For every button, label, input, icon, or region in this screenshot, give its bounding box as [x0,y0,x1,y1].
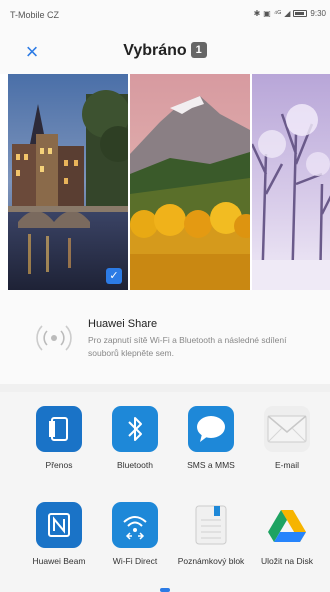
photo-thumbnail-mountain[interactable] [130,74,250,290]
status-icons: ✱ ▣ ⁴ᴳ ◢ 9:30 [254,9,326,18]
app-label: Přenos [45,460,73,470]
app-sms[interactable]: SMS a MMS [173,406,249,471]
selected-check-icon[interactable]: ✓ [106,268,122,284]
notepad-icon [188,502,234,548]
canal-town-image [8,74,128,290]
transfer-icon [36,406,82,452]
selected-photos-gallery[interactable]: ✓ [8,74,330,290]
app-label: E-mail [274,460,300,470]
title-text: Vybráno [123,42,187,59]
huawei-share-description: Pro zapnutí sítě Wi-Fi a Bluetooth a nás… [88,335,287,358]
app-header: × Vybráno 1 [0,30,330,74]
bluetooth-icon [112,406,158,452]
clock: 9:30 [310,9,326,18]
wifi-direct-icon [112,502,158,548]
network-type-icon: ⁴ᴳ [273,9,282,18]
huawei-share-panel[interactable]: Huawei Share Pro zapnutí sítě Wi-Fi a Bl… [0,290,330,384]
app-email[interactable]: E-mail [249,406,325,471]
app-bluetooth[interactable]: Bluetooth [97,406,173,471]
app-label: Poznámkový blok [177,556,245,566]
snowy-trees-image [252,74,330,290]
signal-icon: ◢ [284,9,291,18]
huawei-share-title: Huawei Share [88,318,158,330]
app-label: Uložit na Disk [261,556,313,566]
google-drive-icon [264,502,310,548]
app-google-drive[interactable]: Uložit na Disk [249,502,325,567]
carrier-name: T-Mobile CZ [10,10,60,20]
status-bar: T-Mobile CZ ✱ ▣ ⁴ᴳ ◢ 9:30 [0,0,330,30]
page-indicator [160,588,170,592]
photo-thumbnail-snow[interactable] [252,74,330,290]
sms-icon [188,406,234,452]
bluetooth-status-icon: ✱ [253,9,261,18]
app-label: Huawei Beam [32,556,86,566]
app-huawei-beam[interactable]: Huawei Beam [21,502,97,567]
mountain-autumn-image [130,74,250,290]
app-transfer[interactable]: Přenos [21,406,97,471]
nfc-status-icon: ▣ [263,9,271,18]
section-divider [0,384,330,392]
photo-thumbnail-canal[interactable]: ✓ [8,74,128,290]
app-label: SMS a MMS [187,460,235,470]
nfc-icon [36,502,82,548]
email-icon [264,406,310,452]
app-wifi-direct[interactable]: Wi-Fi Direct [97,502,173,567]
app-notepad[interactable]: Poznámkový blok [173,502,249,567]
huawei-share-icon [36,325,72,351]
share-apps-grid: Přenos Bluetooth SMS a MMS E-mail Huawei… [0,392,330,592]
app-label: Wi-Fi Direct [112,556,158,566]
battery-icon [293,10,308,17]
page-title: Vybráno 1 [0,42,330,60]
app-label: Bluetooth [117,460,153,470]
selected-count-badge: 1 [190,42,207,58]
